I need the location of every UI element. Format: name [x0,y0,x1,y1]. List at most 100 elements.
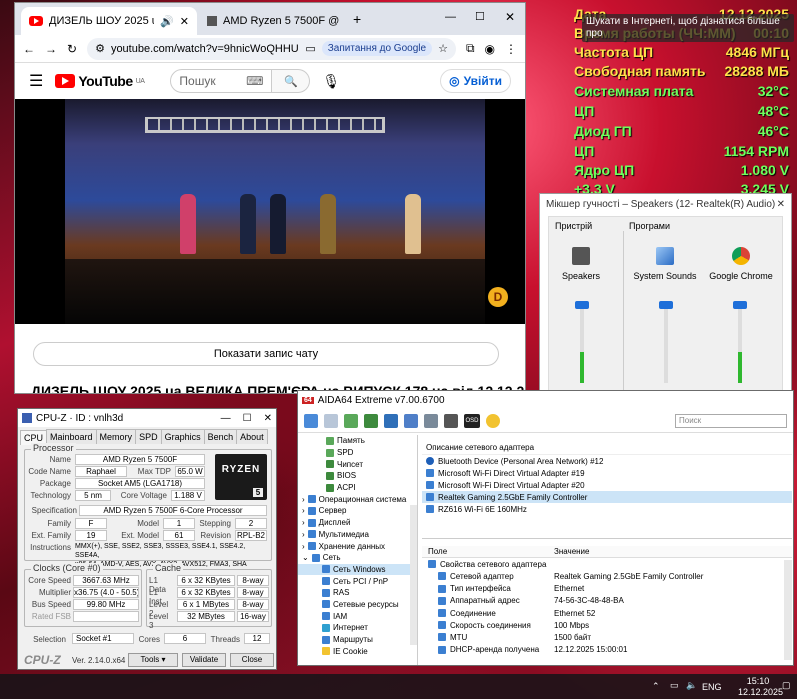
clock[interactable]: 15:10 12.12.2025 [738,676,783,698]
tree-item[interactable]: Сетевые ресурсы [298,599,417,611]
tree-item[interactable]: › Сервер [298,505,417,517]
maximize-icon[interactable]: ☐ [243,413,252,424]
cpuz-window[interactable]: CPU-Z · ID : vnlh3d — ☐ ✕ CPU Mainboard … [17,408,277,670]
list-item[interactable]: RZ616 Wi-Fi 6E 160MHz [422,503,792,515]
search-button[interactable]: 🔍 [272,69,311,93]
tree-item-selected[interactable]: Сеть Windows [298,563,417,576]
speaker-device-icon[interactable] [572,247,590,265]
extensions-icon[interactable]: ⧉ [466,41,475,56]
microphone-icon[interactable]: 🎙 [322,73,340,90]
tree-item[interactable]: IE Cookie [298,645,417,657]
tab-bench[interactable]: Bench [203,429,238,444]
tree-scrollbar[interactable] [410,505,417,645]
list-item[interactable]: Microsoft Wi-Fi Direct Virtual Adapter #… [422,479,792,491]
table-row[interactable]: Сетевой адаптер Realtek Gaming 2.5GbE Fam… [422,570,792,582]
aida64-window[interactable]: 64 AIDA64 Extreme v7.00.6700 OSD Поиск Па… [297,390,794,666]
props-scrollbar[interactable] [784,560,792,660]
keyboard-icon[interactable]: ⌨ [246,74,263,88]
minimize-icon[interactable]: — [221,413,231,424]
chrome-icon[interactable] [732,247,750,265]
tree-item[interactable]: Маршруты [298,634,417,646]
tree-item[interactable]: Память [298,435,417,447]
tree-item[interactable]: RAS [298,587,417,599]
signin-button[interactable]: ◎ Увійти [440,69,511,93]
close-button[interactable]: Close [230,653,274,667]
maximize-icon[interactable]: ☐ [475,10,485,23]
tree-item[interactable]: Чипсет [298,458,417,470]
video-player[interactable]: D [15,99,525,324]
memory-icon[interactable] [344,413,358,428]
tab-spd[interactable]: SPD [135,429,162,444]
device-column-header[interactable]: Описание сетевого адаптера [422,443,792,455]
profile-icon[interactable]: ◉ [485,42,495,56]
tab-about[interactable]: About [236,429,268,444]
address-bar[interactable]: ⚙ youtube.com/watch?v=9hnicWoQHHU ▭ Запи… [87,37,456,60]
tree-item[interactable]: Сеть PCI / PnP [298,575,417,587]
volume-slider[interactable] [575,301,589,383]
back-icon[interactable]: ← [23,42,35,56]
system-sounds-icon[interactable] [656,247,674,265]
col-value[interactable]: Значение [554,547,589,556]
close-icon[interactable]: ✕ [777,199,785,210]
ask-google-chip[interactable]: Запитання до Google [321,41,433,56]
chevron-up-icon[interactable]: ⌃ [652,681,660,692]
close-icon[interactable]: ✕ [264,413,272,424]
tree-item[interactable]: SPD [298,447,417,459]
clock-icon[interactable] [486,413,500,428]
table-row[interactable]: Тип интерфейса Ethernet [422,583,792,595]
new-tab-icon[interactable]: + [353,11,361,27]
users-icon[interactable] [444,413,458,428]
language-indicator[interactable]: ENG [702,682,722,692]
menu-icon[interactable]: ⋮ [505,42,517,56]
tab-cpuz[interactable]: AMD Ryzen 5 7500F @ 4914.69 [199,7,349,35]
list-item[interactable]: Bluetooth Device (Personal Area Network)… [422,455,792,467]
socket-select[interactable]: Socket #1 [72,633,134,644]
tree-item[interactable]: › Операционная система [298,493,417,505]
motherboard-icon[interactable] [364,413,378,428]
tools-button[interactable]: Tools ▾ [128,653,178,667]
bookmark-icon[interactable]: ☆ [438,42,448,55]
show-chat-button[interactable]: Показати запис чату [33,342,499,366]
tree-item[interactable]: IAM [298,610,417,622]
table-row[interactable]: DHCP-аренда получена 12.12.2025 15:00:01 [422,644,792,656]
volume-slider[interactable] [659,301,673,383]
forward-icon[interactable]: → [45,42,57,56]
tree-item[interactable]: › Мультимедиа [298,529,417,541]
list-item[interactable]: Microsoft Wi-Fi Direct Virtual Adapter #… [422,467,792,479]
volume-tray-icon[interactable]: 🔈 [686,680,697,691]
volume-slider[interactable] [733,301,747,383]
display-icon[interactable] [404,413,418,428]
tab-memory[interactable]: Memory [95,429,137,444]
tree-item[interactable]: ACPI [298,482,417,494]
report-icon[interactable] [324,413,338,428]
speaker-icon[interactable]: 🔊 [160,15,174,28]
table-row[interactable]: Скорость соединения 100 Mbps [422,619,792,631]
youtube-logo[interactable]: YouTube UA [55,73,145,89]
close-window-icon[interactable]: ✕ [505,10,515,24]
notifications-icon[interactable]: ▢ [782,680,791,691]
tab-graphics[interactable]: Graphics [160,429,205,444]
tree-item[interactable]: › Дисплей [298,517,417,529]
table-row[interactable]: MTU 1500 байт [422,631,792,643]
col-field[interactable]: Поле [422,547,554,556]
browser-window[interactable]: ДИЗЕЛЬ ШОУ 2025 ua ВЕЛ 🔊 ✕ AMD Ryzen 5 7… [14,2,526,394]
tree-item[interactable]: BIOS [298,470,417,482]
tab-mainboard[interactable]: Mainboard [46,429,97,444]
table-row[interactable]: Соединение Ethernet 52 [422,607,792,619]
network-icon[interactable] [384,413,398,428]
search-input[interactable]: Пошук ⌨ [170,69,273,93]
list-item-selected[interactable]: Realtek Gaming 2.5GbE Family Controller [422,491,792,503]
tab-youtube[interactable]: ДИЗЕЛЬ ШОУ 2025 ua ВЕЛ 🔊 ✕ [21,7,197,35]
tree-item[interactable]: › Хранение данных [298,540,417,552]
site-info-icon[interactable]: ⚙ [95,42,105,55]
table-row[interactable]: Аппаратный адрес 74-56-3C-48-48-BA [422,595,792,607]
aida-search-input[interactable]: Поиск [675,413,787,428]
hamburger-icon[interactable]: ☰ [29,71,43,91]
minimize-icon[interactable]: — [445,11,456,23]
network-tray-icon[interactable]: ▭ [670,680,679,691]
cast-icon[interactable]: ▭ [305,42,315,55]
reload-icon[interactable]: ↻ [67,42,77,56]
tools-icon[interactable] [424,413,438,428]
validate-button[interactable]: Validate [182,653,226,667]
tree-item[interactable]: ⌄ Сеть [298,552,417,564]
